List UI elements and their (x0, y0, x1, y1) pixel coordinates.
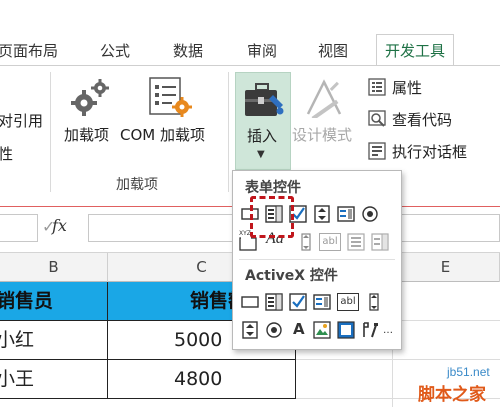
text-field-control-icon[interactable]: abl (319, 233, 341, 251)
addins-label: 加载项 (64, 126, 110, 144)
tab-formulas[interactable]: 公式 (100, 40, 130, 64)
column-header-b[interactable]: B (0, 253, 108, 282)
watermark-url: jb51.net (447, 365, 490, 379)
activex-checkbox-icon[interactable] (289, 293, 307, 311)
activex-label-icon[interactable]: A (293, 320, 305, 338)
activex-command-button-icon[interactable] (241, 293, 259, 311)
gears-icon (71, 79, 109, 116)
design-mode-icon (306, 79, 342, 118)
activex-list-box-icon[interactable] (313, 293, 331, 311)
group-separator (228, 72, 229, 192)
run-dialog-icon (368, 142, 386, 160)
cell-text: 5000 (174, 329, 223, 351)
activex-toggle-button-icon[interactable] (337, 321, 355, 339)
partial-label: 性 (0, 145, 14, 163)
ribbon-tab-bar: 页面布局 公式 数据 审阅 视图 开发工具 (0, 0, 500, 66)
tab-data[interactable]: 数据 (173, 40, 203, 64)
view-code-label: 查看代码 (392, 111, 453, 129)
table-cell-name[interactable]: 小王 (0, 360, 108, 399)
insert-control-button[interactable]: 插入 ▼ (235, 72, 291, 170)
addins-group-label: 加载项 (116, 177, 158, 193)
properties-label: 属性 (392, 79, 423, 97)
form-controls-heading: 表单控件 (245, 180, 301, 196)
properties-icon (368, 78, 386, 96)
cell-text: 小王 (0, 368, 35, 390)
view-code-icon (368, 110, 386, 127)
option-button-control-icon[interactable] (361, 205, 379, 223)
watermark-text: 脚本之家 (418, 385, 486, 405)
design-mode-label: 设计模式 (292, 126, 353, 144)
activex-controls-heading: ActiveX 控件 (245, 268, 338, 284)
design-mode-button[interactable]: 设计模式 (292, 76, 362, 146)
activex-more-controls-icon[interactable] (361, 321, 379, 339)
insert-label: 插入 (247, 127, 278, 145)
activex-option-button-icon[interactable] (265, 321, 283, 339)
scroll-bar-control-icon[interactable] (297, 233, 315, 251)
combo-drop-edit-icon[interactable] (371, 233, 389, 251)
tab-review[interactable]: 审阅 (247, 40, 277, 64)
com-addins-label: COM 加载项 (120, 126, 205, 144)
header-cell-salesperson[interactable]: 销售员 (0, 282, 108, 321)
cell-text: 小红 (0, 329, 35, 351)
activex-image-icon[interactable] (313, 321, 331, 339)
activex-scroll-bar-icon[interactable] (365, 293, 383, 311)
tab-view[interactable]: 视图 (318, 40, 348, 64)
com-addins-icon (149, 77, 192, 117)
addins-button[interactable]: 加载项 (64, 76, 118, 146)
toolbox-icon (245, 83, 284, 116)
properties-button[interactable]: 属性 (368, 76, 498, 100)
tab-page-layout[interactable]: 页面布局 (0, 40, 58, 64)
run-dialog-label: 执行对话框 (392, 143, 468, 161)
more-ellipsis-icon: … (383, 325, 393, 336)
activex-combo-box-icon[interactable] (265, 293, 283, 311)
table-cell-amount[interactable]: 4800 (108, 360, 296, 399)
table-cell-name[interactable]: 小红 (0, 321, 108, 360)
list-box-control-icon[interactable] (337, 205, 355, 223)
view-code-button[interactable]: 查看代码 (368, 108, 498, 132)
group-separator (50, 72, 51, 192)
gridline (296, 359, 500, 360)
activex-text-box-icon[interactable]: abl (337, 293, 359, 311)
insert-function-button[interactable]: fx (52, 216, 67, 235)
dropdown-separator (239, 259, 395, 260)
name-box[interactable] (0, 214, 38, 242)
chevron-down-icon: ▼ (257, 149, 265, 160)
highlight-box (250, 196, 294, 238)
run-dialog-button[interactable]: 执行对话框 (368, 140, 498, 164)
activex-spin-button-icon[interactable] (241, 321, 259, 339)
tab-developer[interactable]: 开发工具 (376, 34, 455, 66)
relative-reference-label[interactable]: 对引用 (0, 110, 43, 131)
spin-button-control-icon[interactable] (313, 205, 331, 223)
formula-buttons: ✓ fx (38, 214, 88, 242)
com-addins-button[interactable]: COM 加载项 (120, 76, 220, 146)
cell-text: 4800 (174, 368, 223, 390)
header-text: 销售员 (0, 290, 54, 312)
combo-list-edit-icon[interactable] (347, 233, 365, 251)
column-header-e[interactable]: E (392, 253, 500, 282)
